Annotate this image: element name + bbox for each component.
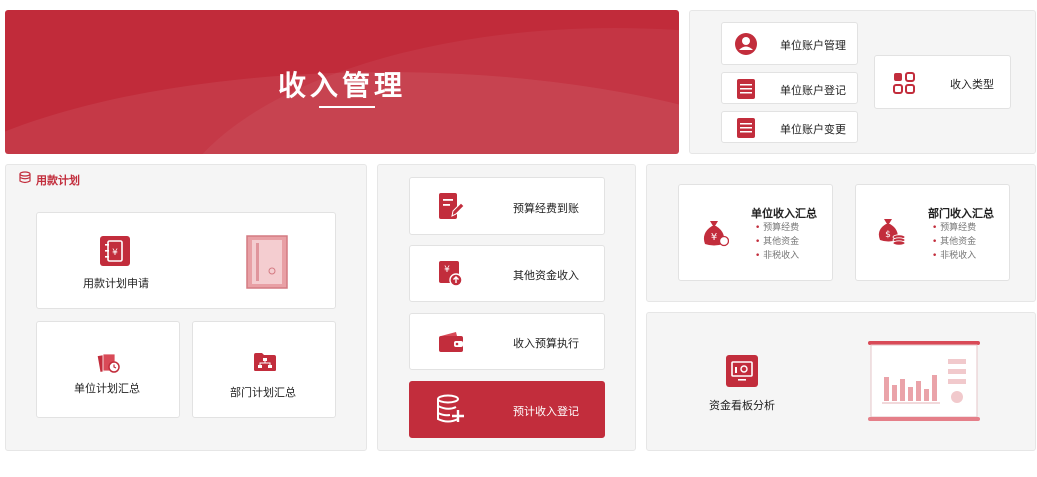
dept-plan-summary-label: 部门计划汇总 [230,386,296,399]
other-income-button[interactable]: ¥ 其他资金收入 [409,245,605,302]
list-item: 非税收入 [755,249,799,263]
monitor-chart-icon [726,355,758,387]
unit-account-change-button[interactable]: 单位账户变更 [721,111,858,143]
estimated-income-label: 预计收入登记 [513,405,579,418]
other-income-label: 其他资金收入 [513,269,579,282]
unit-income-summary-button[interactable]: ¥ 单位收入汇总 预算经费 其他资金 非税收入 [678,184,833,281]
dept-income-summary-title: 部门收入汇总 [928,207,994,220]
unit-account-manage-label: 单位账户管理 [780,39,846,52]
plan-apply-label: 用款计划申请 [83,277,149,290]
dept-income-summary-button[interactable]: $ 部门收入汇总 预算经费 其他资金 非税收入 [855,184,1010,281]
document-icon [737,79,755,99]
income-type-label: 收入类型 [950,78,994,91]
unit-plan-summary-button[interactable]: 单位计划汇总 [36,321,180,418]
list-item: 非税收入 [932,249,976,263]
notebook-icon: ¥ [100,236,130,266]
title-underline [319,106,375,108]
documents-coin-icon [97,353,120,373]
org-folder-icon [254,353,276,371]
income-type-button[interactable]: 收入类型 [874,55,1011,109]
list-item: 其他资金 [932,235,976,249]
document-icon [737,118,755,138]
money-bag-icon: ¥ [703,221,729,247]
edit-document-icon [439,193,464,219]
banner: 收入管理 [5,10,679,154]
budget-arrival-button[interactable]: 预算经费到账 [409,177,605,235]
list-item: 预算经费 [932,221,976,235]
estimated-income-button[interactable]: 预计收入登记 [409,381,605,438]
database-add-icon [437,394,464,423]
svg-text:¥: ¥ [112,248,118,258]
list-item: 其他资金 [755,235,799,249]
unit-income-summary-list: 预算经费 其他资金 非税收入 [755,221,799,263]
unit-account-manage-button[interactable]: 单位账户管理 [721,22,858,65]
plan-apply-button[interactable]: ¥ 用款计划申请 [36,212,336,309]
budget-execution-button[interactable]: 收入预算执行 [409,313,605,370]
unit-account-change-label: 单位账户变更 [780,123,846,136]
svg-text:$: $ [885,230,891,240]
list-item: 预算经费 [755,221,799,235]
plan-section-icon [19,171,31,184]
presentation-chart-illustration [868,341,980,421]
budget-arrival-label: 预算经费到账 [513,202,579,215]
budget-execution-label: 收入预算执行 [513,337,579,350]
svg-text:¥: ¥ [711,232,717,243]
dept-plan-summary-button[interactable]: 部门计划汇总 [192,321,336,418]
fund-dashboard-label: 资金看板分析 [709,399,775,412]
wallet-icon [439,332,463,352]
user-icon [735,33,757,55]
page-title: 收入管理 [277,69,406,102]
unit-account-register-label: 单位账户登记 [780,84,846,97]
svg-text:¥: ¥ [444,265,450,275]
money-bag-coins-icon: $ [878,219,906,246]
unit-income-summary-title: 单位收入汇总 [751,207,817,220]
fund-dashboard-button[interactable]: 资金看板分析 [646,312,1036,451]
unit-plan-summary-label: 单位计划汇总 [74,382,140,395]
unit-account-register-button[interactable]: 单位账户登记 [721,72,858,104]
money-upload-icon: ¥ [439,261,463,287]
grid-icon [893,72,915,94]
plan-section-title: 用款计划 [36,174,80,187]
dept-income-summary-list: 预算经费 其他资金 非税收入 [932,221,976,263]
document-illustration [246,235,288,289]
